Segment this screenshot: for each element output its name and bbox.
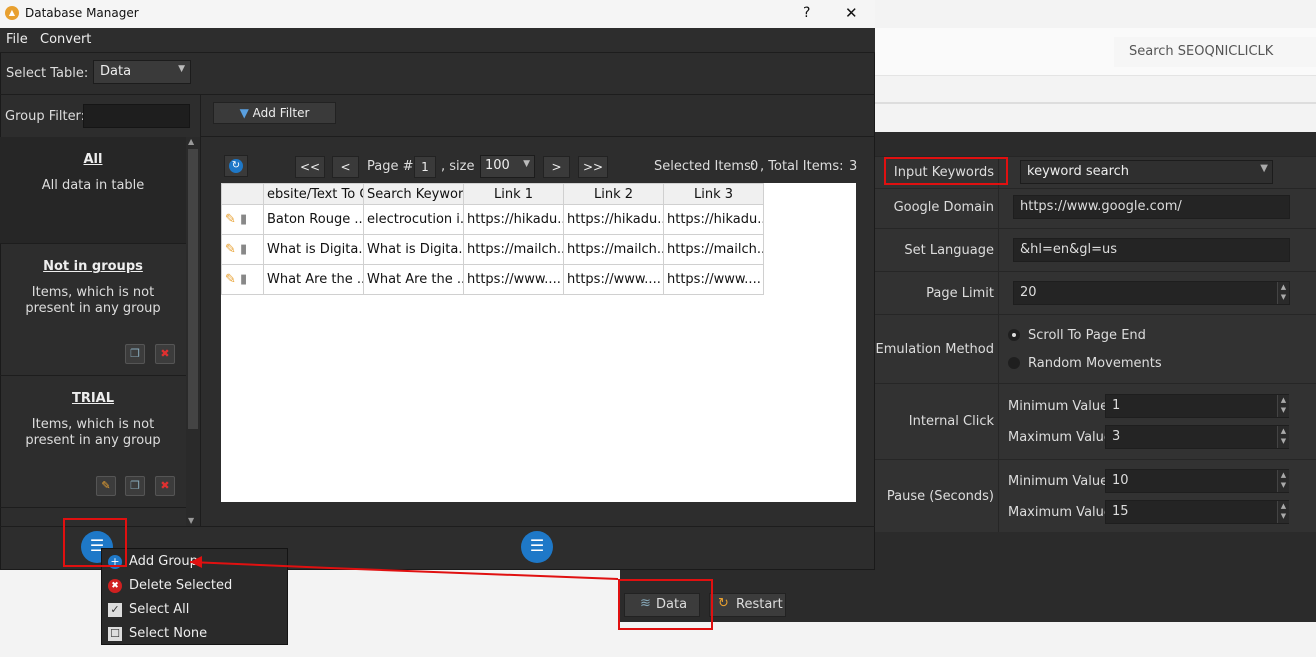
annotation-arrow bbox=[189, 556, 619, 580]
